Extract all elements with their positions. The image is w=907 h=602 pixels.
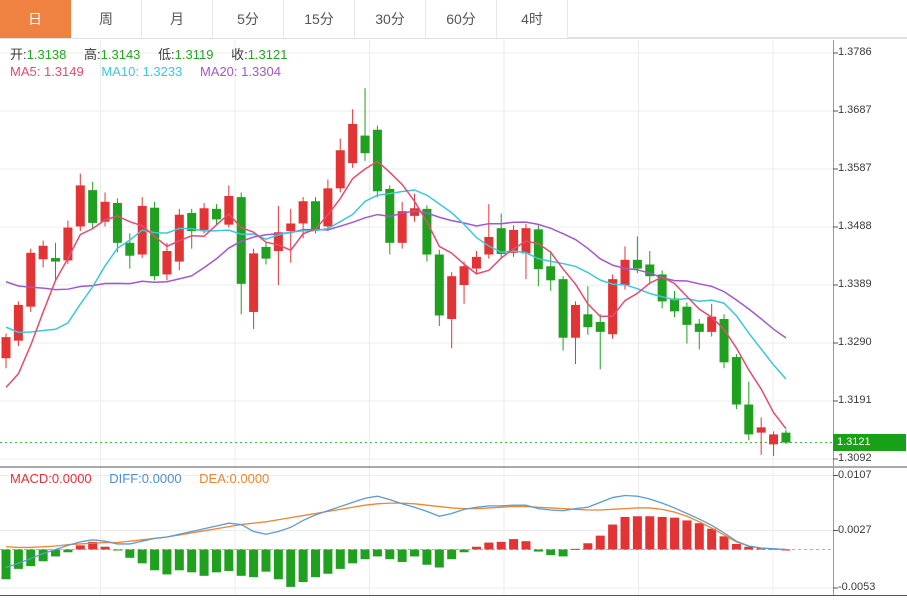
close-label: 收: <box>231 47 248 62</box>
price-axis-label: 1.3191 <box>838 394 872 406</box>
tab-day[interactable]: 日 <box>0 0 71 38</box>
macd-axis-label: -0.0053 <box>838 581 875 593</box>
macd-value: 0.0000 <box>52 471 92 486</box>
open-label: 开: <box>10 47 27 62</box>
price-axis-label: 1.3488 <box>838 220 872 232</box>
macd-legend: MACD:0.0000 DIFF:0.0000 DEA:0.0000 <box>10 471 283 486</box>
trading-chart-page: 日 周 月 5分 15分 30分 60分 4时 开:1.3138 高:1.314… <box>0 0 907 602</box>
ma20-label: MA20: <box>200 64 238 79</box>
ma20-value: 1.3304 <box>241 64 281 79</box>
low-value: 1.3119 <box>175 47 214 62</box>
ma5-value: 1.3149 <box>44 64 84 79</box>
high-value: 1.3143 <box>101 47 141 62</box>
macd-axis-label: 0.0027 <box>838 524 872 536</box>
price-axis-label: 1.3290 <box>838 336 872 348</box>
tab-60min[interactable]: 60分 <box>426 0 497 38</box>
current-price-tag: 1.3121 <box>833 434 906 451</box>
tab-5min[interactable]: 5分 <box>213 0 284 38</box>
dea-value: 0.0000 <box>230 471 270 486</box>
tab-week[interactable]: 周 <box>71 0 142 38</box>
tab-month[interactable]: 月 <box>142 0 213 38</box>
diff-label: DIFF: <box>109 471 142 486</box>
tab-4hour[interactable]: 4时 <box>497 0 568 38</box>
close-value: 1.3121 <box>248 47 288 62</box>
tab-15min[interactable]: 15分 <box>284 0 355 38</box>
macd-label: MACD: <box>10 471 52 486</box>
ma10-value: 1.3233 <box>143 64 183 79</box>
ma-legend: MA5: 1.3149 MA10: 1.3233 MA20: 1.3304 <box>10 64 295 79</box>
low-label: 低: <box>158 47 175 62</box>
price-axis-label: 1.3389 <box>838 278 872 290</box>
ma5-label: MA5: <box>10 64 40 79</box>
price-axis-label: 1.3687 <box>838 104 872 116</box>
price-axis-label: 1.3786 <box>838 46 872 58</box>
price-axis-label: 1.3092 <box>838 452 872 464</box>
tab-30min[interactable]: 30分 <box>355 0 426 38</box>
macd-axis-label: 0.0107 <box>838 469 872 481</box>
timeframe-tabbar: 日 周 月 5分 15分 30分 60分 4时 <box>0 0 907 38</box>
diff-value: 0.0000 <box>142 471 182 486</box>
price-axis-label: 1.3587 <box>838 162 872 174</box>
open-value: 1.3138 <box>27 47 67 62</box>
ma10-label: MA10: <box>101 64 139 79</box>
chart-canvas[interactable] <box>0 0 907 602</box>
dea-label: DEA: <box>199 471 229 486</box>
high-label: 高: <box>84 47 101 62</box>
ohlc-legend: 开:1.3138 高:1.3143 低:1.3119 收:1.3121 <box>10 44 301 63</box>
